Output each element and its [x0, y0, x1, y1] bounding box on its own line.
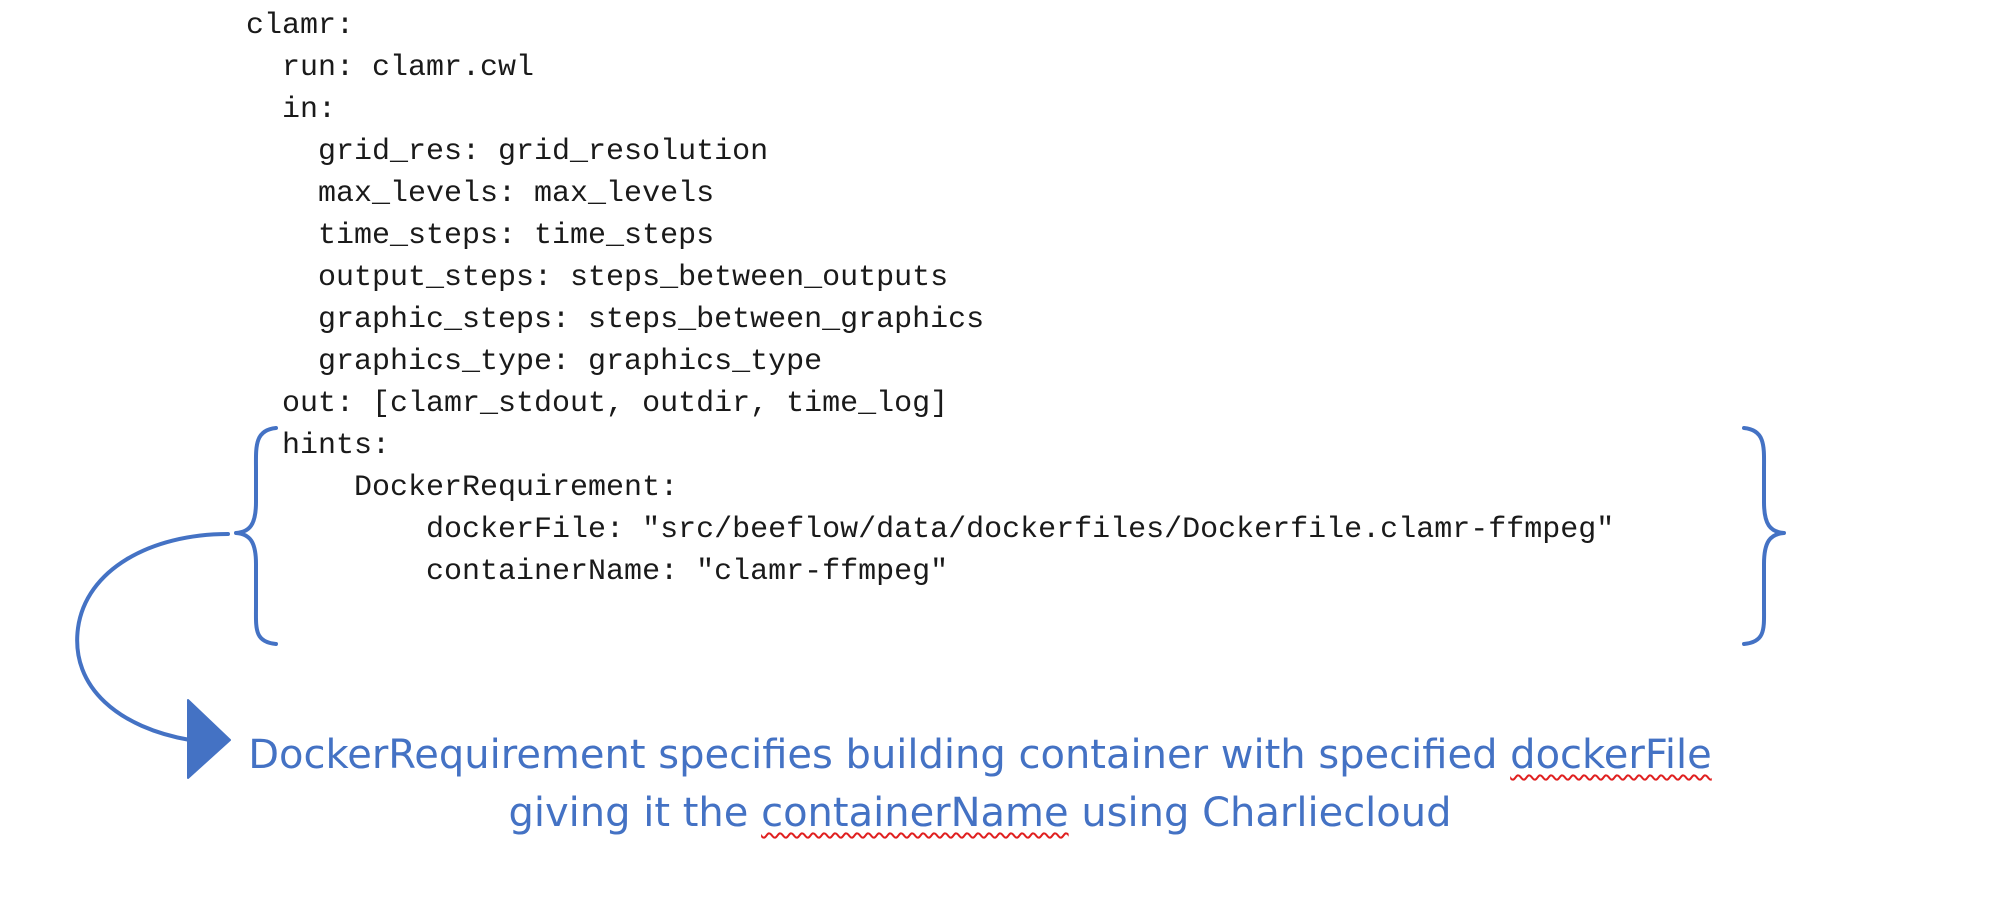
caption-text: DockerRequirement specifies building con… — [248, 732, 1511, 778]
left-curly-brace — [234, 426, 278, 646]
right-curly-brace — [1742, 426, 1786, 646]
curved-arrow-line — [75, 532, 230, 742]
caption-text: using Charliecloud — [1068, 790, 1452, 836]
caption-text: giving it the — [508, 790, 762, 836]
caption-keyword-containername: containerName — [761, 790, 1069, 836]
caption-line-1: DockerRequirement specifies building con… — [0, 726, 1960, 784]
caption-keyword-dockerfile: dockerFile — [1510, 732, 1712, 778]
caption-line-2: giving it the containerName using Charli… — [0, 784, 1960, 842]
diagram-canvas: clamr: run: clamr.cwl in: grid_res: grid… — [0, 0, 2002, 908]
